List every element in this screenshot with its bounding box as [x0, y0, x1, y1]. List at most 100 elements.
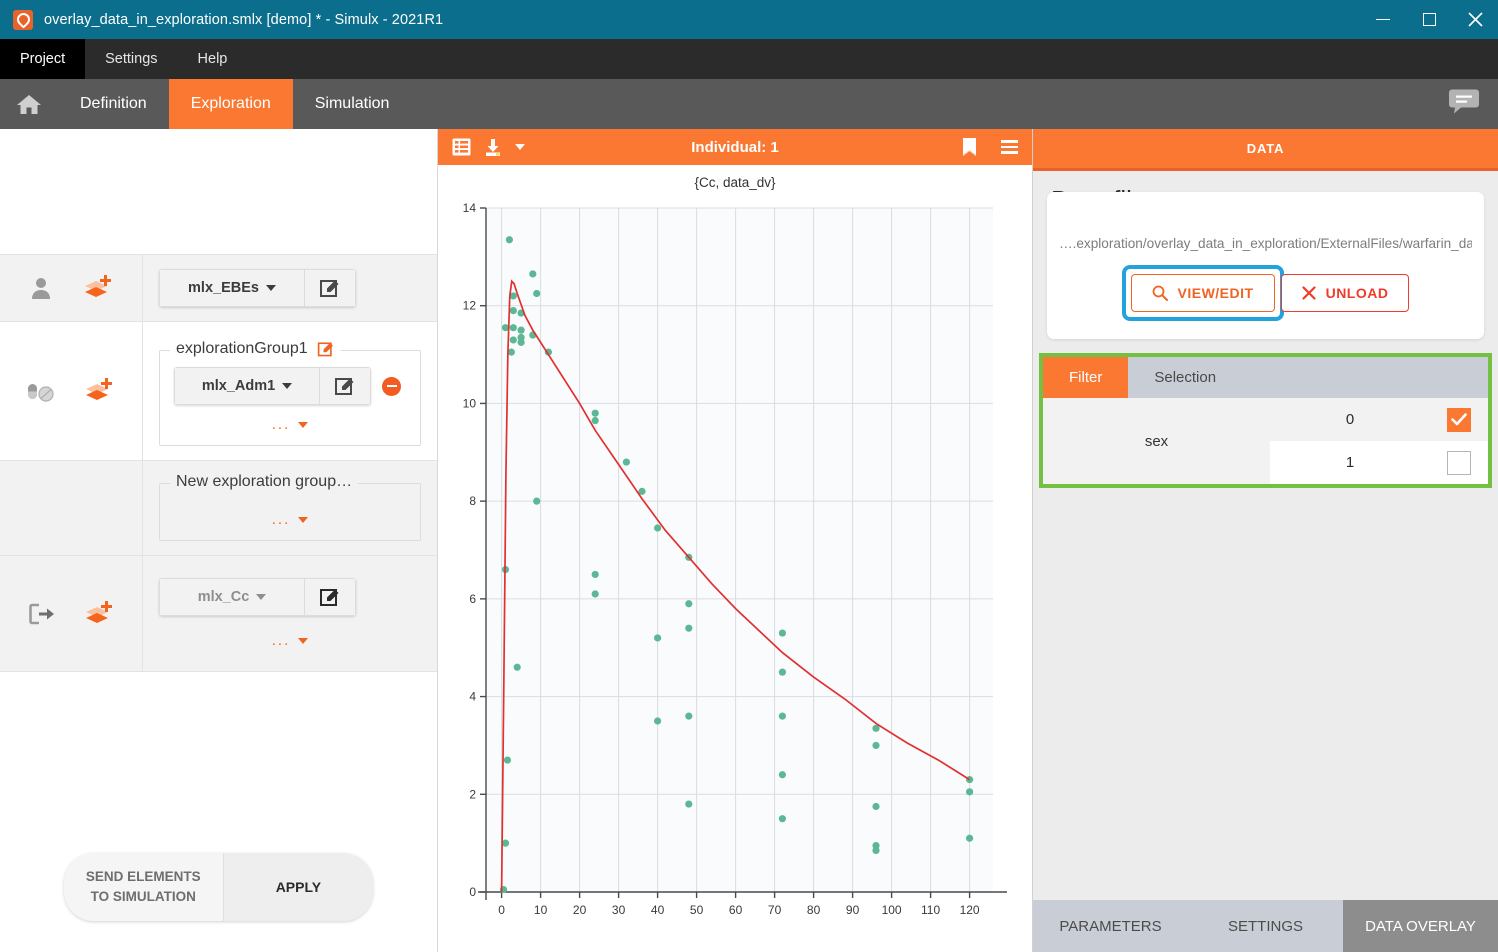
svg-text:80: 80: [807, 903, 821, 917]
menu-bar: Project Settings Help: [0, 39, 1498, 79]
add-layers-icon[interactable]: [83, 600, 115, 628]
svg-text:90: 90: [846, 903, 860, 917]
tab-exploration[interactable]: Exploration: [169, 79, 293, 129]
new-exploration-group-box[interactable]: New exploration group… ...: [159, 483, 421, 541]
footer-button-group: SEND ELEMENTS TO SIMULATION APPLY: [64, 853, 373, 920]
section-outputs-icons: [0, 556, 143, 671]
filter-row-0-checkbox[interactable]: [1447, 408, 1471, 432]
close-x-icon: [1302, 286, 1316, 300]
treatment-selector[interactable]: mlx_Adm1: [174, 367, 371, 405]
maximize-button[interactable]: [1406, 0, 1452, 39]
hamburger-menu-icon[interactable]: [1001, 140, 1018, 153]
output-selector-label-wrap[interactable]: mlx_Cc: [159, 578, 304, 616]
output-arrow-icon: [28, 602, 56, 626]
send-elements-to-simulation-button[interactable]: SEND ELEMENTS TO SIMULATION: [64, 853, 223, 920]
chart-subtitle: {Cc, data_dv}: [438, 175, 1032, 190]
close-button[interactable]: [1452, 0, 1498, 39]
send-label-line2: TO SIMULATION: [91, 889, 196, 904]
chevron-down-icon: [298, 422, 308, 428]
chart-panel: Individual: 1 {Cc, data_dv} 024681012140…: [438, 129, 1033, 952]
svg-text:2: 2: [469, 787, 476, 801]
svg-text:70: 70: [768, 903, 782, 917]
tab-filter[interactable]: Filter: [1043, 357, 1128, 398]
remove-circle-icon[interactable]: [382, 377, 401, 396]
tab-simulation[interactable]: Simulation: [293, 79, 412, 129]
filter-row-0-checkbox-cell[interactable]: [1430, 398, 1488, 441]
individuals-edit-button[interactable]: [304, 269, 356, 307]
send-label-line1: SEND ELEMENTS: [86, 869, 201, 884]
treatment-more-row[interactable]: ...: [174, 416, 406, 433]
minimize-button[interactable]: [1360, 0, 1406, 39]
tab-definition[interactable]: Definition: [58, 79, 169, 129]
new-group-more-dots: ...: [272, 511, 291, 528]
unload-button[interactable]: UNLOAD: [1281, 274, 1410, 312]
filter-row-1-value: 1: [1270, 441, 1430, 484]
section-new-exploration-group: New exploration group… ...: [0, 461, 437, 556]
bookmark-icon[interactable]: [962, 137, 977, 157]
tab-settings[interactable]: SETTINGS: [1188, 900, 1343, 952]
table-view-icon[interactable]: [452, 138, 471, 156]
edit-pencil-icon: [319, 277, 341, 299]
edit-pencil-icon[interactable]: [317, 340, 335, 358]
tab-parameters[interactable]: PARAMETERS: [1033, 900, 1188, 952]
section-treatments-icons: [0, 322, 143, 460]
individuals-selector[interactable]: mlx_EBEs: [159, 269, 356, 307]
view-edit-button[interactable]: VIEW/EDIT: [1131, 274, 1275, 312]
svg-text:6: 6: [469, 592, 476, 606]
tab-selection[interactable]: Selection: [1128, 357, 1242, 398]
filter-row-1-checkbox[interactable]: [1447, 451, 1471, 475]
menu-item-project[interactable]: Project: [0, 39, 85, 79]
output-more-dots: ...: [272, 632, 291, 649]
left-panel: mlx_EBEs: [0, 129, 438, 952]
svg-text:20: 20: [573, 903, 587, 917]
filter-row-1[interactable]: 1: [1270, 441, 1488, 484]
home-button[interactable]: [0, 79, 58, 129]
app-logo-icon: [13, 10, 33, 30]
exploration-group-1-legend: explorationGroup1: [170, 340, 341, 358]
svg-text:0: 0: [469, 885, 476, 899]
menu-item-settings[interactable]: Settings: [85, 39, 177, 79]
download-export-icon[interactable]: [484, 138, 502, 157]
chevron-down-icon: [266, 285, 276, 291]
menu-item-help[interactable]: Help: [178, 39, 248, 79]
individuals-selector-label-wrap[interactable]: mlx_EBEs: [159, 269, 304, 307]
output-selector-label: mlx_Cc: [198, 589, 250, 605]
right-panel-tabs: PARAMETERS SETTINGS DATA OVERLAY: [1033, 900, 1498, 952]
svg-text:30: 30: [612, 903, 626, 917]
svg-text:10: 10: [534, 903, 548, 917]
section-outputs-body: mlx_Cc: [143, 556, 437, 671]
data-panel-scroll: Data file ….exploration/overlay_data_in_…: [1033, 171, 1498, 900]
chevron-down-icon[interactable]: [515, 144, 525, 150]
add-layers-icon[interactable]: [83, 377, 115, 405]
data-panel-header: DATA: [1033, 129, 1498, 171]
unload-label: UNLOAD: [1326, 285, 1389, 301]
left-panel-footer: SEND ELEMENTS TO SIMULATION APPLY: [0, 822, 437, 952]
output-edit-button[interactable]: [304, 578, 356, 616]
new-exploration-group-label: New exploration group…: [176, 473, 352, 491]
nav-bar: Definition Exploration Simulation: [0, 79, 1498, 129]
new-group-more-row[interactable]: ...: [174, 511, 406, 528]
svg-text:120: 120: [960, 903, 980, 917]
svg-text:4: 4: [469, 690, 476, 704]
chat-bubble-icon[interactable]: [1448, 88, 1480, 121]
output-more-row[interactable]: ...: [159, 632, 421, 649]
output-selector[interactable]: mlx_Cc: [159, 578, 356, 616]
treatment-selector-label-wrap[interactable]: mlx_Adm1: [174, 367, 319, 405]
chevron-down-icon: [298, 517, 308, 523]
section-outputs: mlx_Cc: [0, 556, 437, 672]
add-layers-icon[interactable]: [82, 274, 114, 302]
tab-data-overlay[interactable]: DATA OVERLAY: [1343, 900, 1498, 952]
filter-tabs: Filter Selection: [1043, 357, 1488, 398]
section-treatments: explorationGroup1 mlx_Adm1: [0, 322, 437, 461]
title-bar: overlay_data_in_exploration.smlx [demo] …: [0, 0, 1498, 39]
svg-text:40: 40: [651, 903, 665, 917]
scatter-plot-svg: 024681012140102030405060708090100110120: [438, 196, 1033, 944]
new-group-icons-spacer: [0, 461, 143, 555]
filter-row-0[interactable]: 0: [1270, 398, 1488, 441]
filter-row-1-checkbox-cell[interactable]: [1430, 441, 1488, 484]
plot-area[interactable]: 024681012140102030405060708090100110120: [438, 196, 1032, 952]
svg-text:110: 110: [921, 903, 940, 917]
section-individuals-body: mlx_EBEs: [143, 255, 437, 321]
treatment-edit-button[interactable]: [319, 367, 371, 405]
apply-button[interactable]: APPLY: [223, 853, 373, 920]
